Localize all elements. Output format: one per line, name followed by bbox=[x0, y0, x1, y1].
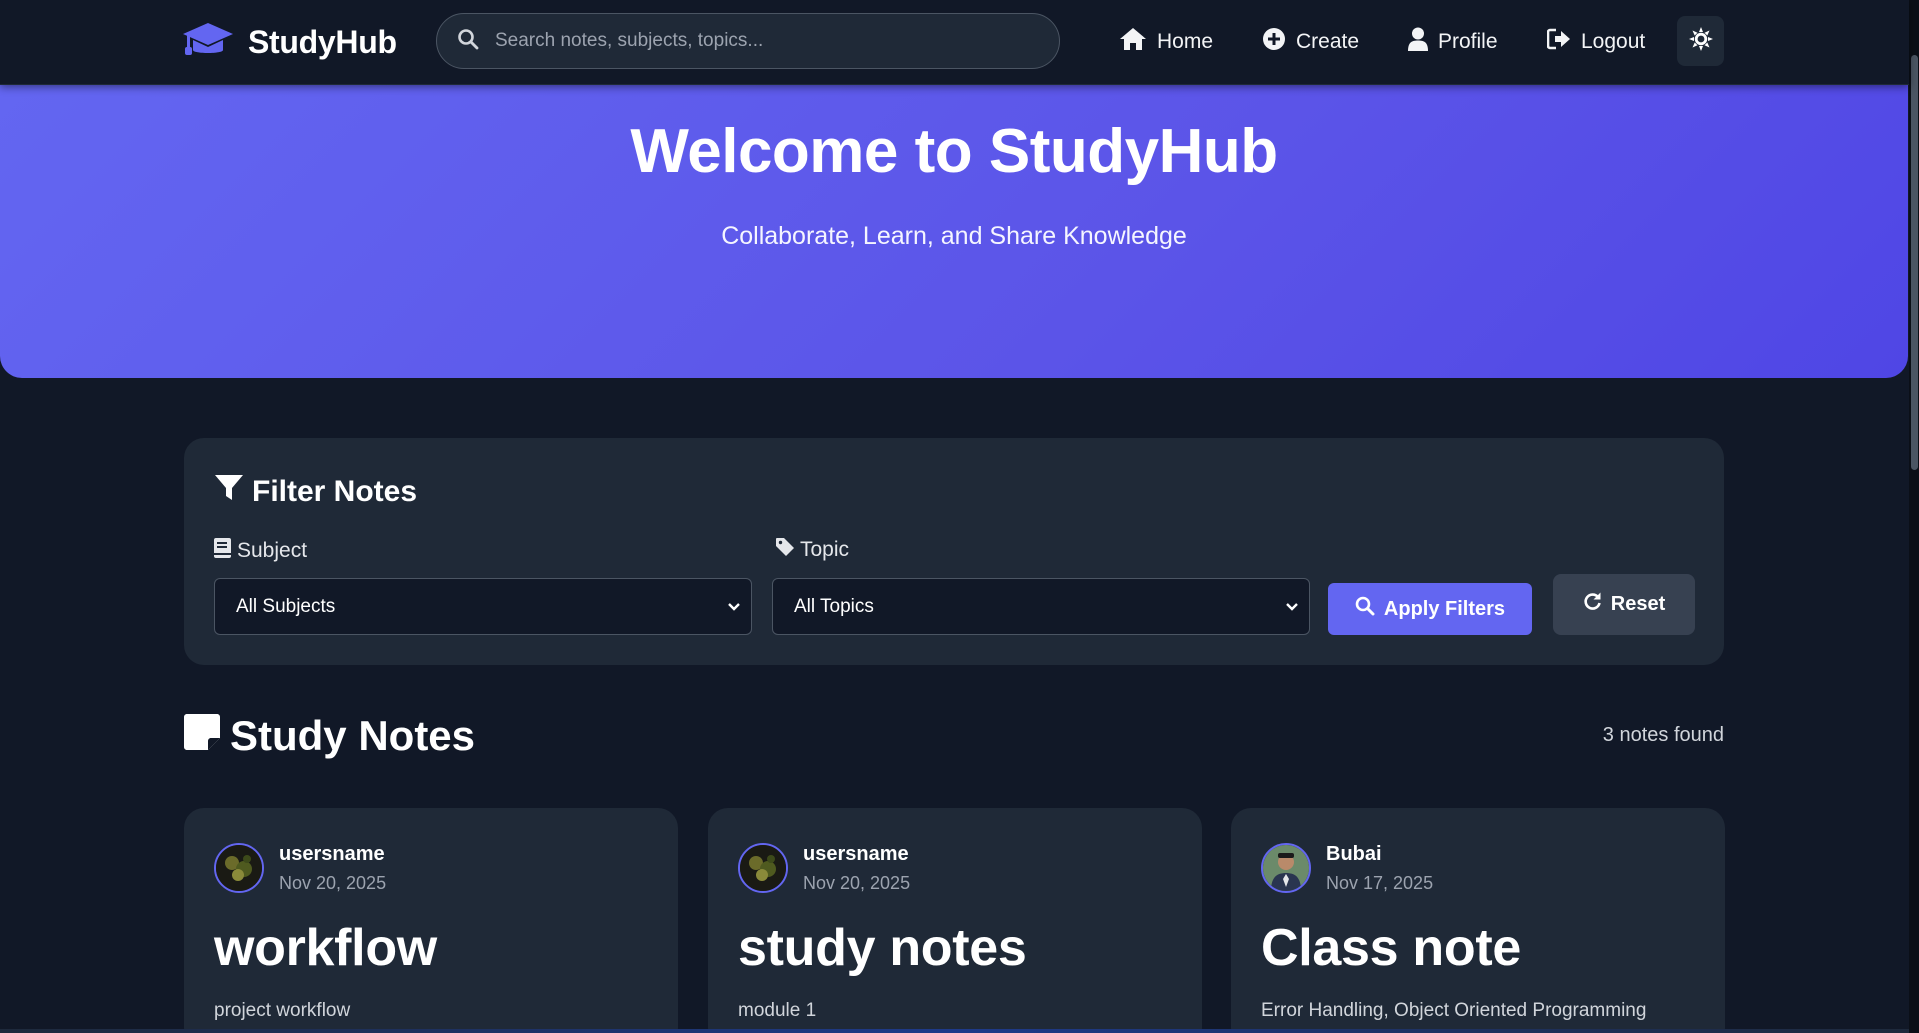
search-icon bbox=[457, 28, 479, 55]
sticky-note-icon bbox=[184, 712, 220, 760]
search-icon bbox=[1355, 596, 1375, 622]
search-input[interactable] bbox=[495, 14, 1059, 68]
subject-label: Subject bbox=[214, 538, 307, 564]
note-date: Nov 20, 2025 bbox=[279, 873, 387, 893]
note-subtitle: Error Handling, Object Oriented Programm… bbox=[1261, 1000, 1647, 1021]
reset-button[interactable]: Reset bbox=[1553, 574, 1695, 635]
note-author: usersname bbox=[803, 843, 909, 865]
reset-label: Reset bbox=[1610, 593, 1666, 615]
nav-create[interactable]: Create bbox=[1262, 22, 1359, 62]
avatar bbox=[214, 843, 264, 893]
nav-home[interactable]: Home bbox=[1119, 22, 1213, 62]
hero-banner: Welcome to StudyHub Collaborate, Learn, … bbox=[0, 80, 1908, 378]
plus-circle-icon bbox=[1262, 27, 1286, 57]
chevron-down-icon bbox=[727, 596, 741, 618]
filter-title: Filter Notes bbox=[252, 475, 418, 508]
nav-logout-label: Logout bbox=[1581, 30, 1646, 53]
redo-icon bbox=[1583, 592, 1602, 617]
topic-select-value: All Topics bbox=[794, 595, 874, 617]
nav-profile[interactable]: Profile bbox=[1408, 22, 1498, 62]
graduation-cap-icon bbox=[182, 21, 234, 64]
topic-label-text: Topic bbox=[800, 538, 850, 561]
notes-section-title: Study Notes bbox=[230, 712, 476, 759]
scrollbar-thumb[interactable] bbox=[1911, 55, 1918, 470]
notes-section-heading: Study Notes bbox=[184, 712, 475, 760]
hero-title: Welcome to StudyHub bbox=[630, 117, 1278, 186]
sun-icon bbox=[1688, 26, 1713, 56]
note-author: Bubai bbox=[1326, 843, 1382, 865]
logout-icon bbox=[1546, 28, 1571, 56]
note-date: Nov 17, 2025 bbox=[1326, 873, 1434, 893]
scrollbar[interactable] bbox=[1909, 0, 1919, 1033]
nav-create-label: Create bbox=[1296, 30, 1360, 53]
brand-logo[interactable]: StudyHub bbox=[182, 20, 397, 64]
home-icon bbox=[1119, 27, 1147, 57]
page: StudyHub Home Create Profile bbox=[0, 0, 1919, 1033]
nav-profile-label: Profile bbox=[1438, 30, 1498, 53]
nav-logout[interactable]: Logout bbox=[1546, 22, 1646, 62]
theme-toggle-button[interactable] bbox=[1677, 16, 1724, 66]
divider bbox=[0, 1029, 1909, 1033]
note-title: workflow bbox=[214, 919, 437, 977]
navbar: StudyHub Home Create Profile bbox=[0, 0, 1909, 85]
hero-subtitle: Collaborate, Learn, and Share Knowledge bbox=[721, 222, 1187, 250]
notes-count: 3 notes found bbox=[1602, 724, 1724, 746]
note-subtitle: module 1 bbox=[738, 1000, 817, 1021]
note-date: Nov 20, 2025 bbox=[803, 873, 911, 893]
avatar bbox=[1261, 843, 1311, 893]
topic-select[interactable]: All Topics bbox=[772, 578, 1310, 635]
brand-name: StudyHub bbox=[248, 23, 397, 60]
filter-heading: Filter Notes bbox=[214, 474, 417, 510]
user-icon bbox=[1408, 27, 1428, 57]
filter-icon bbox=[214, 474, 244, 510]
note-card[interactable]: usersname Nov 20, 2025 study notes modul… bbox=[708, 808, 1202, 1033]
apply-filters-label: Apply Filters bbox=[1383, 597, 1506, 620]
topic-label: Topic bbox=[776, 538, 849, 562]
subject-select-value: All Subjects bbox=[236, 595, 336, 617]
subject-select[interactable]: All Subjects bbox=[214, 578, 752, 635]
avatar bbox=[738, 843, 788, 893]
apply-filters-button[interactable]: Apply Filters bbox=[1328, 583, 1532, 635]
chevron-down-icon bbox=[1285, 596, 1299, 618]
tag-icon bbox=[776, 538, 794, 562]
note-card[interactable]: Bubai Nov 17, 2025 Class note Error Hand… bbox=[1231, 808, 1725, 1033]
filter-panel: Filter Notes Subject All Subjects Topic … bbox=[184, 438, 1724, 665]
note-subtitle: project workflow bbox=[214, 1000, 351, 1021]
note-card[interactable]: usersname Nov 20, 2025 workflow project … bbox=[184, 808, 678, 1033]
nav-home-label: Home bbox=[1157, 30, 1214, 53]
note-author: usersname bbox=[279, 843, 385, 865]
note-title: study notes bbox=[738, 919, 1027, 977]
book-icon bbox=[214, 538, 231, 564]
note-title: Class note bbox=[1261, 919, 1521, 977]
subject-label-text: Subject bbox=[237, 539, 308, 562]
search-bar bbox=[436, 13, 1060, 69]
